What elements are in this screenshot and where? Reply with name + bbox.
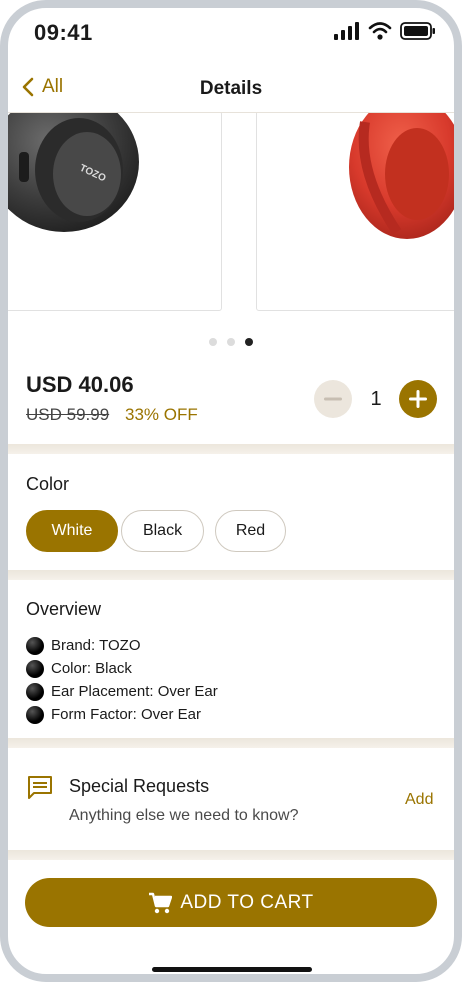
section-divider [8,444,454,454]
color-option-red[interactable]: Red [215,510,286,552]
product-image-black: TOZO [8,113,222,311]
quantity-increase-button[interactable] [399,380,437,418]
section-divider [8,850,454,860]
product-image-red [256,113,454,311]
phone-frame: 09:41 All Details TOZO USD 40.06 USD 59.… [0,0,462,982]
overview-section-title: Overview [26,599,102,619]
overview-list: Brand: TOZO Color: Black Ear Placement: … [26,634,218,726]
minus-icon [324,397,342,401]
status-icons [334,22,436,40]
color-option-white[interactable]: White [26,510,118,552]
list-item: Form Factor: Over Ear [26,703,218,726]
wifi-icon [368,22,392,40]
quantity-value: 1 [370,388,382,410]
price: USD 40.06 [26,372,134,397]
overview-item-text: Form Factor: Over Ear [51,706,202,723]
message-icon [28,776,52,799]
quantity-decrease-button[interactable] [314,380,352,418]
add-to-cart-button[interactable]: ADD TO CART [25,878,437,927]
plus-icon [409,390,427,408]
overview-item-text: Ear Placement: Over Ear [51,683,218,700]
image-carousel[interactable]: TOZO [8,113,454,358]
color-option-black[interactable]: Black [121,510,204,552]
section-divider [8,738,454,748]
signal-icon [334,22,359,40]
overview-item-text: Color: Black [51,660,132,677]
bullet-icon [26,682,44,701]
carousel-dot-active[interactable] [245,338,253,346]
overview-item-text: Brand: TOZO [51,637,141,654]
list-item: Ear Placement: Over Ear [26,680,218,703]
special-requests-subtitle: Anything else we need to know? [69,807,299,824]
carousel-dot[interactable] [209,338,217,346]
carousel-dot[interactable] [227,338,235,346]
special-requests-title: Special Requests [69,776,210,796]
nav-bar: All Details [8,68,454,113]
carousel-dots [8,338,454,346]
list-item: Color: Black [26,657,218,680]
price-section: USD 40.06 USD 59.99 33% OFF 1 [8,364,454,444]
status-time: 09:41 [34,20,93,45]
original-price: USD 59.99 [26,405,110,424]
status-bar: 09:41 [8,8,454,58]
bullet-icon [26,705,44,724]
bullet-icon [26,636,44,655]
discount-label: 33% OFF [125,405,198,424]
list-item: Brand: TOZO [26,634,218,657]
section-divider [8,570,454,580]
special-requests-add-button[interactable]: Add [405,791,433,809]
home-indicator [152,967,312,972]
battery-icon [400,22,435,40]
color-section-title: Color [26,474,70,494]
page-title: Details [199,78,263,99]
add-to-cart-label: ADD TO CART [180,891,314,913]
bullet-icon [26,659,44,678]
cart-icon [149,892,173,913]
